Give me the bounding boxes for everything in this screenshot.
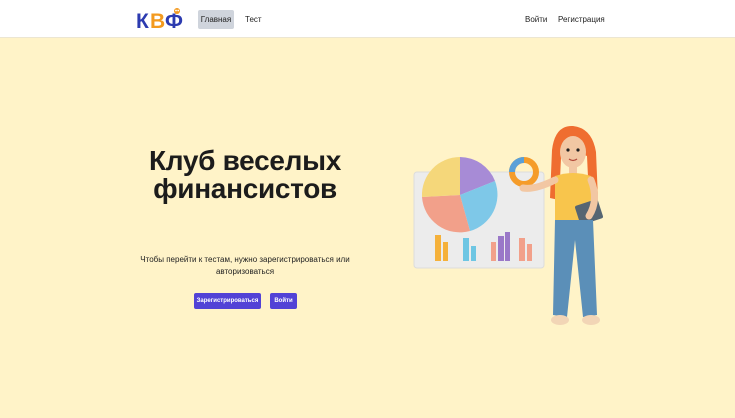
navbar: К В Ф Главная Тест Войти Регистрация	[0, 0, 735, 38]
nav-register-link[interactable]: Регистрация	[558, 10, 605, 29]
nav-home-link[interactable]: Главная	[198, 10, 234, 29]
hero-subtitle: Чтобы перейти к тестам, нужно зарегистри…	[140, 255, 350, 276]
nav-test-link[interactable]: Тест	[245, 10, 262, 29]
login-button[interactable]: Войти	[270, 293, 297, 309]
svg-text:К: К	[136, 10, 149, 32]
logo-icon[interactable]: К В Ф	[136, 7, 184, 32]
register-button[interactable]: Зарегистрироваться	[194, 293, 261, 309]
svg-text:Ф: Ф	[165, 10, 183, 32]
nav-login-link[interactable]: Войти	[525, 10, 547, 29]
woman-with-tablet-and-charts-illustration	[413, 125, 603, 325]
svg-text:В: В	[150, 10, 165, 32]
hero-title: Клуб веселых финансистов	[148, 145, 342, 204]
